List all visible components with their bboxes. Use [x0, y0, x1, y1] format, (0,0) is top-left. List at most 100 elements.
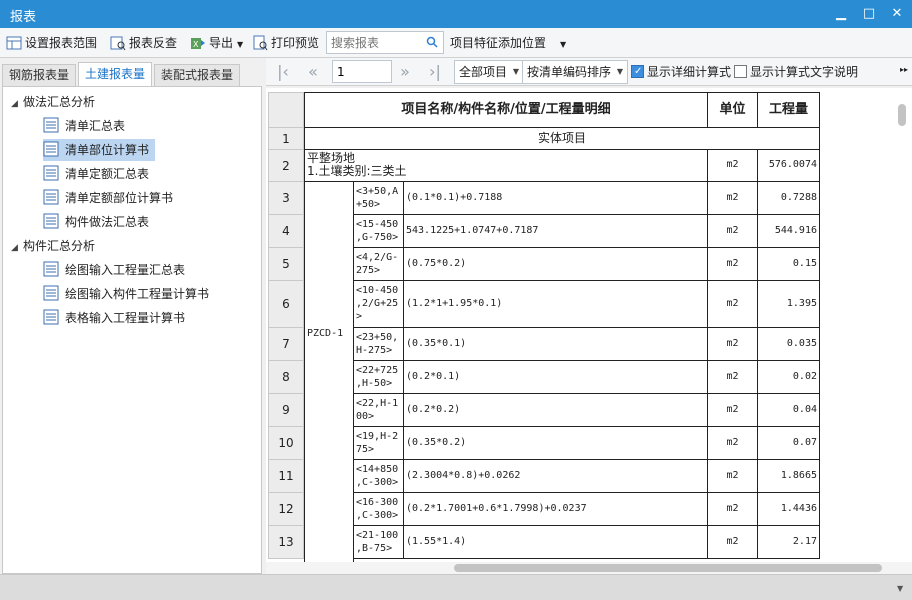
- expand-arrow-icon[interactable]: ◢: [11, 237, 23, 259]
- row-number: 11: [268, 460, 304, 493]
- more-icon[interactable]: ▸▸: [900, 65, 908, 74]
- row-number: 6: [268, 281, 304, 328]
- prev-page-icon[interactable]: «: [302, 62, 324, 82]
- show-formula-label: 显示详细计算式: [647, 65, 732, 79]
- report-tree: ◢ 做法汇总分析 清单汇总表 清单部位计算书 清单定额汇总表 清单定额部位计算书 …: [2, 86, 262, 574]
- row-number: 3: [268, 182, 304, 215]
- set-range-button[interactable]: 设置报表范围: [6, 32, 97, 54]
- checkbox-unchecked-icon[interactable]: [734, 65, 747, 78]
- item-unit: m2: [708, 150, 758, 182]
- window-titlebar: 报表 ▁ □ ✕: [0, 0, 912, 28]
- unit-cell: m2: [708, 281, 758, 328]
- feature-position-dropdown[interactable]: 项目特征添加位置 ▼: [450, 32, 566, 54]
- location-cell: <23+50, H-275>: [354, 328, 404, 361]
- unit-cell: m2: [708, 526, 758, 559]
- report-icon: [43, 117, 59, 133]
- formula-cell: (1.2*1+1.95*0.1): [404, 281, 708, 328]
- minimize-icon[interactable]: ▁: [830, 4, 852, 24]
- print-preview-icon: [253, 35, 268, 51]
- export-label: 导出: [209, 36, 234, 50]
- show-formula-checkbox[interactable]: 显示详细计算式: [631, 64, 731, 80]
- tab-civil[interactable]: 土建报表量: [78, 62, 153, 87]
- unit-cell: m2: [708, 493, 758, 526]
- sort-dropdown[interactable]: 按清单编码排序 ▼: [522, 60, 629, 84]
- print-preview-button[interactable]: 打印预览: [252, 32, 319, 54]
- tree-group-label: 做法汇总分析: [23, 95, 96, 109]
- report-icon: [43, 309, 59, 325]
- report-icon: [43, 141, 59, 157]
- tab-rebar[interactable]: 钢筋报表量: [2, 64, 77, 86]
- report-icon: [43, 285, 59, 301]
- export-button[interactable]: X 导出 ▼: [190, 32, 243, 54]
- window-title: 报表: [10, 10, 37, 25]
- tree-item-label: 清单部位计算书: [65, 143, 150, 157]
- tree-item-label: 绘图输入工程量汇总表: [65, 263, 186, 277]
- report-navbar: |‹ « » ›| 全部项目 ▼ 按清单编码排序 ▼ 显示详细计算式 显示计算式文字…: [266, 58, 912, 86]
- tree-item-label: 构件做法汇总表: [65, 215, 150, 229]
- expand-arrow-icon[interactable]: ◢: [11, 93, 23, 115]
- tree-item-bill-quota-summary[interactable]: 清单定额汇总表: [43, 163, 155, 185]
- tab-prefab[interactable]: 装配式报表量: [154, 64, 241, 86]
- row-number: 1: [268, 128, 304, 150]
- chevron-down-icon: ▼: [512, 67, 520, 76]
- last-page-icon[interactable]: ›|: [424, 62, 446, 82]
- tree-item-bill-location[interactable]: 清单部位计算书: [43, 139, 156, 161]
- location-cell: <22+725 ,H-50>: [354, 361, 404, 394]
- close-icon[interactable]: ✕: [886, 4, 908, 24]
- horizontal-scrollbar[interactable]: [454, 564, 882, 572]
- location-cell: <22,H-1 00>: [354, 394, 404, 427]
- tree-item-table-input[interactable]: 表格输入工程量计算书: [43, 307, 191, 329]
- filter-dropdown[interactable]: 全部项目 ▼: [454, 60, 525, 84]
- tree-group-component[interactable]: ◢ 构件汇总分析: [11, 235, 95, 257]
- checkbox-checked-icon[interactable]: [631, 64, 644, 80]
- tree-item-component-method[interactable]: 构件做法汇总表: [43, 211, 155, 233]
- unit-cell: m2: [708, 460, 758, 493]
- formula-cell: 543.1225+1.0747+0.7187: [404, 215, 708, 248]
- qty-cell: 544.916: [758, 215, 820, 248]
- unit-cell: m2: [708, 427, 758, 460]
- qty-cell: 0.04: [758, 394, 820, 427]
- status-bar: [0, 574, 912, 600]
- tree-group-method[interactable]: ◢ 做法汇总分析: [11, 91, 95, 113]
- row-number: 8: [268, 361, 304, 394]
- show-formula-text-checkbox[interactable]: 显示计算式文字说明: [734, 64, 858, 80]
- location-cell: <10-450 ,2/G+25 >: [354, 281, 404, 328]
- unit-cell: m2: [708, 215, 758, 248]
- tree-item-drawing-component[interactable]: 绘图输入构件工程量计算书: [43, 283, 215, 305]
- first-page-icon[interactable]: |‹: [272, 62, 294, 82]
- export-caret-icon: ▼: [237, 40, 244, 49]
- chevron-down-icon: ▼: [560, 40, 567, 49]
- tree-item-drawing-summary[interactable]: 绘图输入工程量汇总表: [43, 259, 191, 281]
- vertical-scrollbar[interactable]: [898, 104, 906, 126]
- qty-cell: 0.07: [758, 427, 820, 460]
- row-number: 7: [268, 328, 304, 361]
- scroll-down-icon[interactable]: ▼: [897, 584, 903, 593]
- filter-value: 全部项目: [459, 65, 508, 79]
- print-preview-label: 打印预览: [271, 36, 320, 50]
- tree-item-bill-summary[interactable]: 清单汇总表: [43, 115, 131, 137]
- tree-item-label: 表格输入工程量计算书: [65, 311, 186, 325]
- tree-item-label: 清单定额汇总表: [65, 167, 150, 181]
- tree-item-label: 清单汇总表: [65, 119, 126, 133]
- location-cell: <19,H-2 75>: [354, 427, 404, 460]
- tree-item-bill-quota-location[interactable]: 清单定额部位计算书: [43, 187, 179, 209]
- qty-cell: 1.8665: [758, 460, 820, 493]
- formula-cell: (2.3004*0.8)+0.0262: [404, 460, 708, 493]
- reverse-check-icon: [110, 36, 126, 51]
- qty-cell: 0.035: [758, 328, 820, 361]
- page-number-input[interactable]: [332, 60, 392, 83]
- header-unit: 单位: [708, 92, 758, 128]
- main-toolbar: 设置报表范围 报表反查 X导出▼ 打印预览 项目特征添加位置▼: [0, 28, 912, 58]
- unit-cell: m2: [708, 182, 758, 215]
- export-icon: X: [191, 38, 205, 49]
- reverse-check-button[interactable]: 报表反查: [110, 32, 177, 54]
- next-page-icon[interactable]: »: [394, 62, 416, 82]
- sort-value: 按清单编码排序: [527, 65, 612, 79]
- row-number: 10: [268, 427, 304, 460]
- header-name: 项目名称/构件名称/位置/工程量明细: [304, 92, 708, 128]
- tree-item-label: 清单定额部位计算书: [65, 191, 174, 205]
- maximize-icon[interactable]: □: [858, 4, 880, 24]
- search-input[interactable]: [327, 32, 423, 53]
- search-icon[interactable]: [426, 36, 438, 48]
- formula-cell: (0.2*0.1): [404, 361, 708, 394]
